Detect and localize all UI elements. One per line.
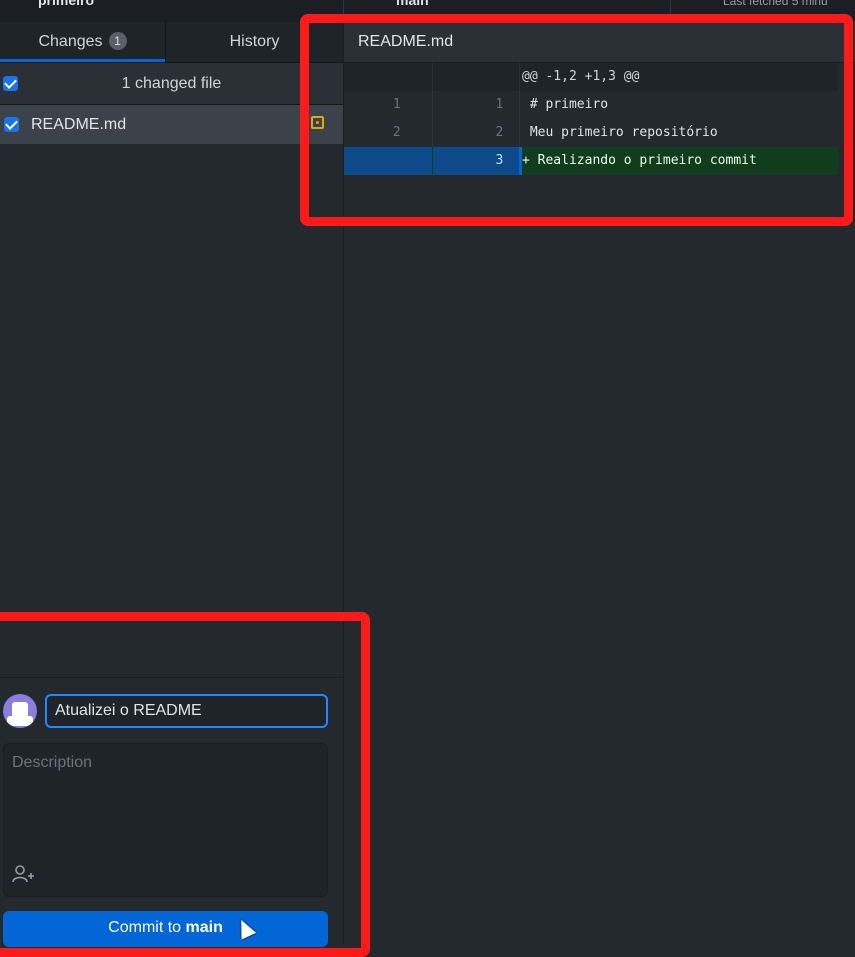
commit-button[interactable]: Commit to main	[3, 911, 328, 947]
modified-icon	[311, 116, 324, 129]
current-branch-button[interactable]: main	[344, 0, 671, 22]
tab-changes[interactable]: Changes 1	[0, 22, 166, 62]
tab-history-label: History	[229, 33, 280, 50]
active-tab-indicator	[0, 59, 165, 62]
changed-files-header: 1 changed file	[0, 63, 343, 105]
repository-name: primeiro	[38, 0, 95, 8]
tab-history[interactable]: History	[166, 22, 343, 62]
old-line-number: 2	[344, 119, 433, 147]
fetch-origin-button[interactable]: Last fetched 5 minu	[671, 0, 855, 22]
commit-message-panel: Atualizei o README Description Commit to…	[0, 677, 343, 947]
diff-line[interactable]: 2 2 Meu primeiro repositório	[344, 119, 838, 147]
commit-button-branch: main	[185, 919, 223, 936]
changed-file-item[interactable]: README.md	[0, 105, 343, 144]
commit-summary-input[interactable]: Atualizei o README	[45, 694, 328, 728]
diff-file-name: README.md	[358, 33, 454, 50]
diff-panel: README.md @@ -1,2 +1,3 @@ 1 1 # primeiro…	[344, 22, 855, 944]
new-line-number: 2	[433, 119, 520, 147]
diff-hunk-header[interactable]: @@ -1,2 +1,3 @@	[344, 63, 838, 91]
diff-file-header: README.md	[344, 22, 855, 63]
old-line-number: 1	[344, 91, 433, 119]
diff-line-added[interactable]: 3 + Realizando o primeiro commit	[344, 147, 838, 175]
new-line-number: 3	[433, 147, 519, 175]
commit-description-field[interactable]: Description	[3, 743, 328, 897]
commit-button-prefix: Commit to	[108, 919, 186, 936]
tab-changes-label: Changes	[38, 33, 103, 50]
toolbar: primeiro main Last fetched 5 minu	[0, 0, 855, 23]
file-include-checkbox[interactable]	[4, 117, 19, 132]
diff-line-text: + Realizando o primeiro commit	[522, 153, 757, 168]
description-placeholder: Description	[12, 754, 93, 771]
old-line-number	[344, 147, 432, 175]
diff-view: @@ -1,2 +1,3 @@ 1 1 # primeiro 2 2 Meu p…	[344, 63, 838, 175]
changes-count-badge: 1	[108, 32, 127, 50]
user-avatar[interactable]	[3, 694, 37, 728]
add-coauthor-icon[interactable]	[12, 864, 36, 889]
diff-line-text: Meu primeiro repositório	[522, 125, 718, 140]
current-repository-button[interactable]: primeiro	[0, 0, 344, 22]
new-line-number: 1	[433, 91, 520, 119]
changed-files-count: 1 changed file	[121, 75, 222, 92]
diff-line-text: # primeiro	[522, 97, 609, 112]
branch-name: main	[396, 0, 429, 8]
hunk-header-text: @@ -1,2 +1,3 @@	[522, 69, 640, 84]
fetch-status: Last fetched 5 minu	[723, 0, 828, 8]
diff-line[interactable]: 1 1 # primeiro	[344, 91, 838, 119]
sidebar: Changes 1 History 1 changed file README.m…	[0, 22, 344, 947]
changed-file-name: README.md	[31, 116, 127, 133]
sidebar-tabs: Changes 1 History	[0, 22, 343, 63]
